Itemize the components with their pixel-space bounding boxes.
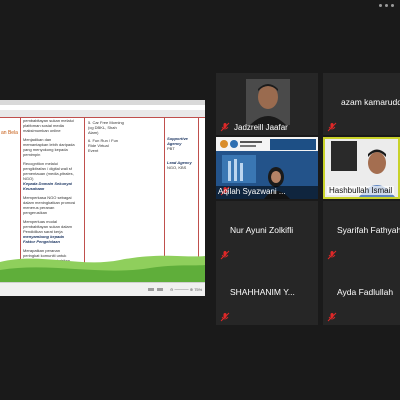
mic-muted-icon	[220, 122, 230, 132]
mic-muted-icon	[220, 250, 230, 260]
slide-text-emphasis: Keusahaan	[23, 186, 45, 191]
shared-window-statusbar: ⊖ ───── ⊕ 75%	[0, 282, 205, 296]
participant-tile[interactable]: Aqilah Syazwani ...	[216, 137, 318, 199]
shared-screen[interactable]: an Bela pembabitayan sukan melalui platf…	[0, 100, 205, 296]
participant-tile[interactable]: Nur Ayuni Zolkifli	[216, 201, 318, 263]
participant-tile[interactable]: Ayda Fadlullah	[323, 263, 400, 325]
participant-name: Jadzreill Jaafar	[234, 123, 288, 132]
view-mode-icon[interactable]	[157, 288, 163, 291]
participant-video	[246, 79, 290, 125]
table-header-band	[0, 110, 205, 117]
participant-name: SHAHHANIM Y...	[230, 287, 295, 297]
participant-tile-active-speaker[interactable]: Hashbullah Ismail	[323, 137, 400, 199]
slide-decoration-wave	[0, 255, 205, 282]
slide-text: pemimpin	[23, 152, 41, 157]
participant-tile[interactable]: SHAHHANIM Y...	[216, 263, 318, 325]
slide-text: PBT	[167, 146, 175, 151]
participant-name: azam kamaruddin	[341, 97, 400, 107]
participant-name: Nur Ayuni Zolkifli	[230, 225, 294, 235]
more-options-icon[interactable]	[379, 4, 394, 7]
zoom-level[interactable]: ⊖ ───── ⊕ 75%	[170, 287, 202, 292]
mic-muted-icon	[220, 312, 230, 322]
participant-name: Aqilah Syazwani ...	[218, 187, 286, 196]
participant-name: Hashbullah Ismail	[327, 186, 395, 195]
mic-muted-icon	[327, 312, 337, 322]
slide-text: NGO, KBS	[167, 165, 187, 170]
participant-name: Syarifah Fathyah	[337, 225, 400, 235]
slide-text: Alam)	[88, 130, 99, 135]
participant-name: Ayda Fadlullah	[337, 287, 394, 297]
mic-muted-icon	[327, 122, 337, 132]
participant-tile[interactable]: Jadzreill Jaafar	[216, 73, 318, 135]
slide-header-partial: an Bela	[1, 130, 18, 136]
slide-text: pengerusikan	[23, 210, 48, 215]
slide-text: maksimumkan online	[23, 128, 61, 133]
slide-text-emphasis: Faktor Pengelolaan	[23, 239, 60, 244]
participant-tile[interactable]: Syarifah Fathyah	[323, 201, 400, 263]
top-bar	[0, 0, 400, 20]
presentation-slide: an Bela pembabitayan sukan melalui platf…	[0, 105, 205, 282]
participant-tile[interactable]: azam kamaruddin	[323, 73, 400, 135]
slide-text: Event	[88, 148, 99, 153]
mic-muted-icon	[327, 250, 337, 260]
view-mode-icon[interactable]	[148, 288, 154, 291]
